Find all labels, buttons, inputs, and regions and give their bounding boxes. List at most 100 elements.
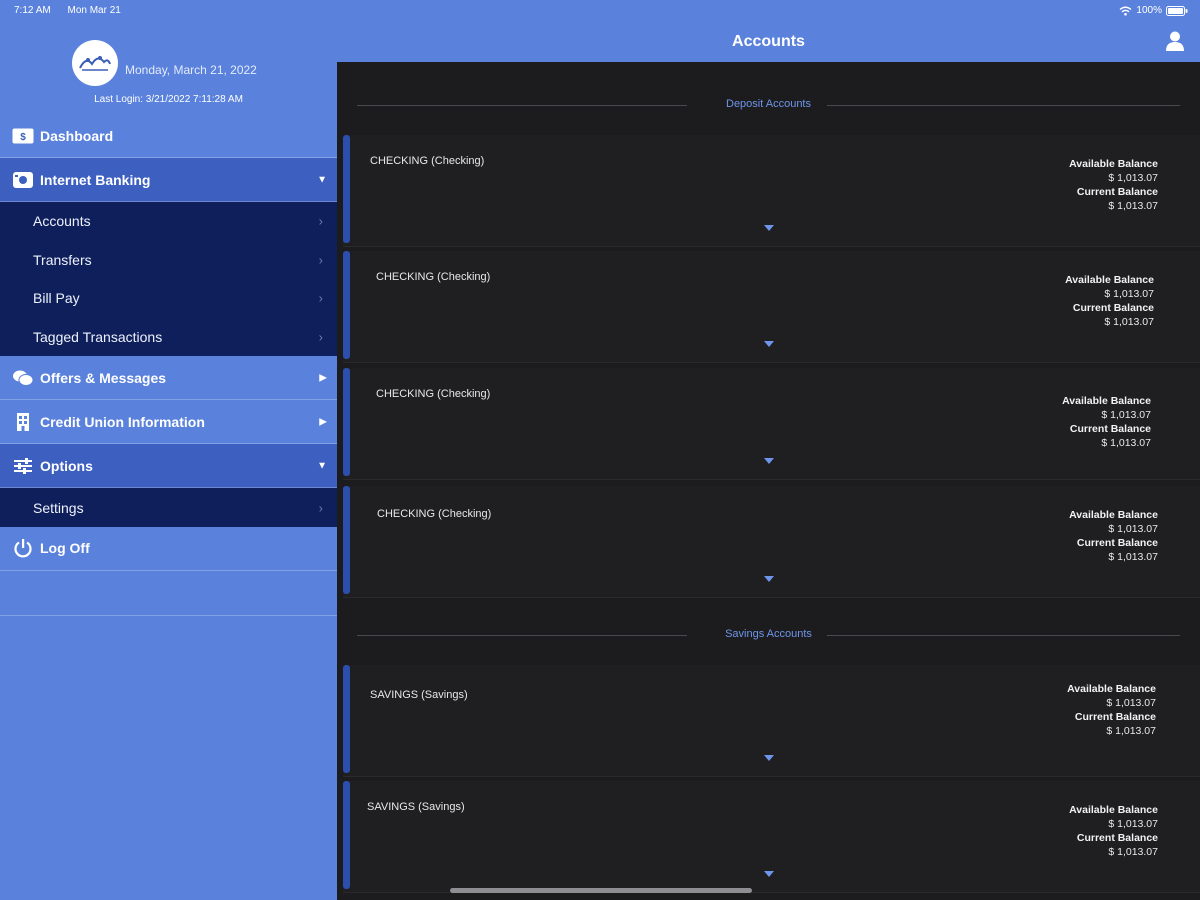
card-accent [343,135,350,243]
account-balances: Available Balance $ 1,013.07 Current Bal… [1065,273,1154,329]
main-content: 100% Accounts Deposit Accounts CHECKING … [337,0,1200,900]
available-balance-value: $ 1,013.07 [1106,697,1156,709]
available-balance-value: $ 1,013.07 [1104,288,1154,300]
building-icon [12,411,34,433]
available-balance-value: $ 1,013.07 [1108,818,1158,830]
sidebar-subitem-settings[interactable]: Settings › [0,488,337,527]
expand-down-icon[interactable] [763,457,775,465]
account-name: SAVINGS (Savings) [367,801,465,813]
options-submenu: Settings › [0,488,337,527]
card-accent [343,486,350,594]
expand-down-icon[interactable] [763,754,775,762]
logo-mark-icon [79,56,111,71]
power-icon [12,537,34,559]
account-name: CHECKING (Checking) [376,271,491,283]
expand-down-icon[interactable] [763,870,775,878]
status-time: 7:12 AM [14,5,51,16]
sidebar-subitem-bill-pay[interactable]: Bill Pay › [0,279,337,318]
account-name: SAVINGS (Savings) [370,689,468,701]
submenu-label: Bill Pay [33,290,80,307]
sidebar-subitem-tagged-transactions[interactable]: Tagged Transactions › [0,318,337,357]
current-balance-label: Current Balance [1072,302,1154,314]
available-balance-label: Available Balance [1069,509,1158,521]
sidebar-item-dashboard[interactable]: $ Dashboard [0,114,337,158]
account-name: CHECKING (Checking) [376,388,491,400]
chevron-right-icon: › [318,252,323,268]
current-balance-label: Current Balance [1076,832,1158,844]
sidebar-item-label: Options [40,457,93,474]
available-balance-label: Available Balance [1065,274,1154,286]
account-balances: Available Balance $ 1,013.07 Current Bal… [1069,803,1158,859]
sidebar-item-options[interactable]: Options ▼ [0,444,337,489]
account-card[interactable]: CHECKING (Checking) Available Balance $ … [343,251,1200,363]
sidebar-item-label: Credit Union Information [40,413,205,430]
available-balance-value: $ 1,013.07 [1108,523,1158,535]
caret-right-icon: ▶ [319,416,327,428]
sidebar-item-log-off[interactable]: Log Off [0,526,337,571]
current-balance-label: Current Balance [1076,186,1158,198]
submenu-label: Accounts [33,213,91,230]
account-card[interactable]: CHECKING (Checking) Available Balance $ … [343,135,1200,247]
sidebar-item-offers-messages[interactable]: Offers & Messages ▶ [0,356,337,401]
account-balances: Available Balance $ 1,013.07 Current Bal… [1062,394,1151,450]
current-balance-label: Current Balance [1074,711,1156,723]
sidebar-subitem-transfers[interactable]: Transfers › [0,241,337,280]
sidebar-item-label: Dashboard [40,127,114,144]
account-balances: Available Balance $ 1,013.07 Current Bal… [1067,682,1156,738]
sidebar-item-label: Internet Banking [40,171,151,188]
chevron-right-icon: › [318,329,323,345]
submenu-label: Tagged Transactions [33,329,163,346]
current-balance-label: Current Balance [1076,537,1158,549]
caret-down-icon: ▼ [317,174,327,185]
available-balance-label: Available Balance [1069,158,1158,170]
card-accent [343,251,350,359]
sidebar-subitem-accounts[interactable]: Accounts › [0,202,337,241]
sidebar: 7:12 AM Mon Mar 21 Monday, March 21, 202… [0,0,337,900]
last-login: Last Login: 3/21/2022 7:11:28 AM [94,94,243,105]
expand-down-icon[interactable] [763,224,775,232]
account-balances: Available Balance $ 1,013.07 Current Bal… [1069,508,1158,564]
current-balance-value: $ 1,013.07 [1108,200,1158,212]
submenu-label: Settings [33,499,84,516]
status-date: Mon Mar 21 [67,5,121,16]
current-balance-value: $ 1,013.07 [1108,551,1158,563]
sidebar-divider [0,571,337,616]
sidebar-item-credit-union-info[interactable]: Credit Union Information ▶ [0,400,337,445]
sidebar-item-internet-banking[interactable]: Internet Banking ▼ [0,158,337,202]
account-balances: Available Balance $ 1,013.07 Current Bal… [1069,157,1158,213]
chevron-right-icon: › [318,213,323,229]
profile-header: Monday, March 21, 2022 Last Login: 3/21/… [0,36,337,116]
chevron-right-icon: › [318,500,323,516]
credit-union-logo [72,40,118,86]
bank-icon [12,169,34,191]
available-balance-value: $ 1,013.07 [1108,172,1158,184]
sidebar-item-label: Log Off [40,540,90,557]
account-card[interactable]: SAVINGS (Savings) Available Balance $ 1,… [343,781,1200,893]
battery-percent: 100% [1136,5,1162,16]
chevron-right-icon: › [318,290,323,306]
profile-date: Monday, March 21, 2022 [125,63,257,77]
current-balance-value: $ 1,013.07 [1108,846,1158,858]
user-profile-icon[interactable] [1164,30,1186,52]
available-balance-value: $ 1,013.07 [1101,409,1151,421]
section-label: Savings Accounts [725,628,812,640]
svg-text:$: $ [20,132,26,143]
account-card[interactable]: CHECKING (Checking) Available Balance $ … [343,368,1200,480]
account-name: CHECKING (Checking) [377,508,492,520]
section-header-deposit: Deposit Accounts [357,98,1180,112]
current-balance-value: $ 1,013.07 [1104,316,1154,328]
account-card[interactable]: CHECKING (Checking) Available Balance $ … [343,486,1200,598]
current-balance-value: $ 1,013.07 [1106,725,1156,737]
submenu-label: Transfers [33,251,92,268]
current-balance-label: Current Balance [1069,423,1151,435]
home-indicator[interactable] [450,888,752,893]
section-label: Deposit Accounts [726,98,811,110]
chat-bubbles-icon [12,367,34,389]
status-bar-left: 7:12 AM Mon Mar 21 [14,5,135,16]
expand-down-icon[interactable] [763,575,775,583]
account-card[interactable]: SAVINGS (Savings) Available Balance $ 1,… [343,665,1200,777]
current-balance-value: $ 1,013.07 [1101,437,1151,449]
status-bar-right: 100% [1119,5,1188,16]
expand-down-icon[interactable] [763,340,775,348]
wifi-icon [1119,6,1132,15]
